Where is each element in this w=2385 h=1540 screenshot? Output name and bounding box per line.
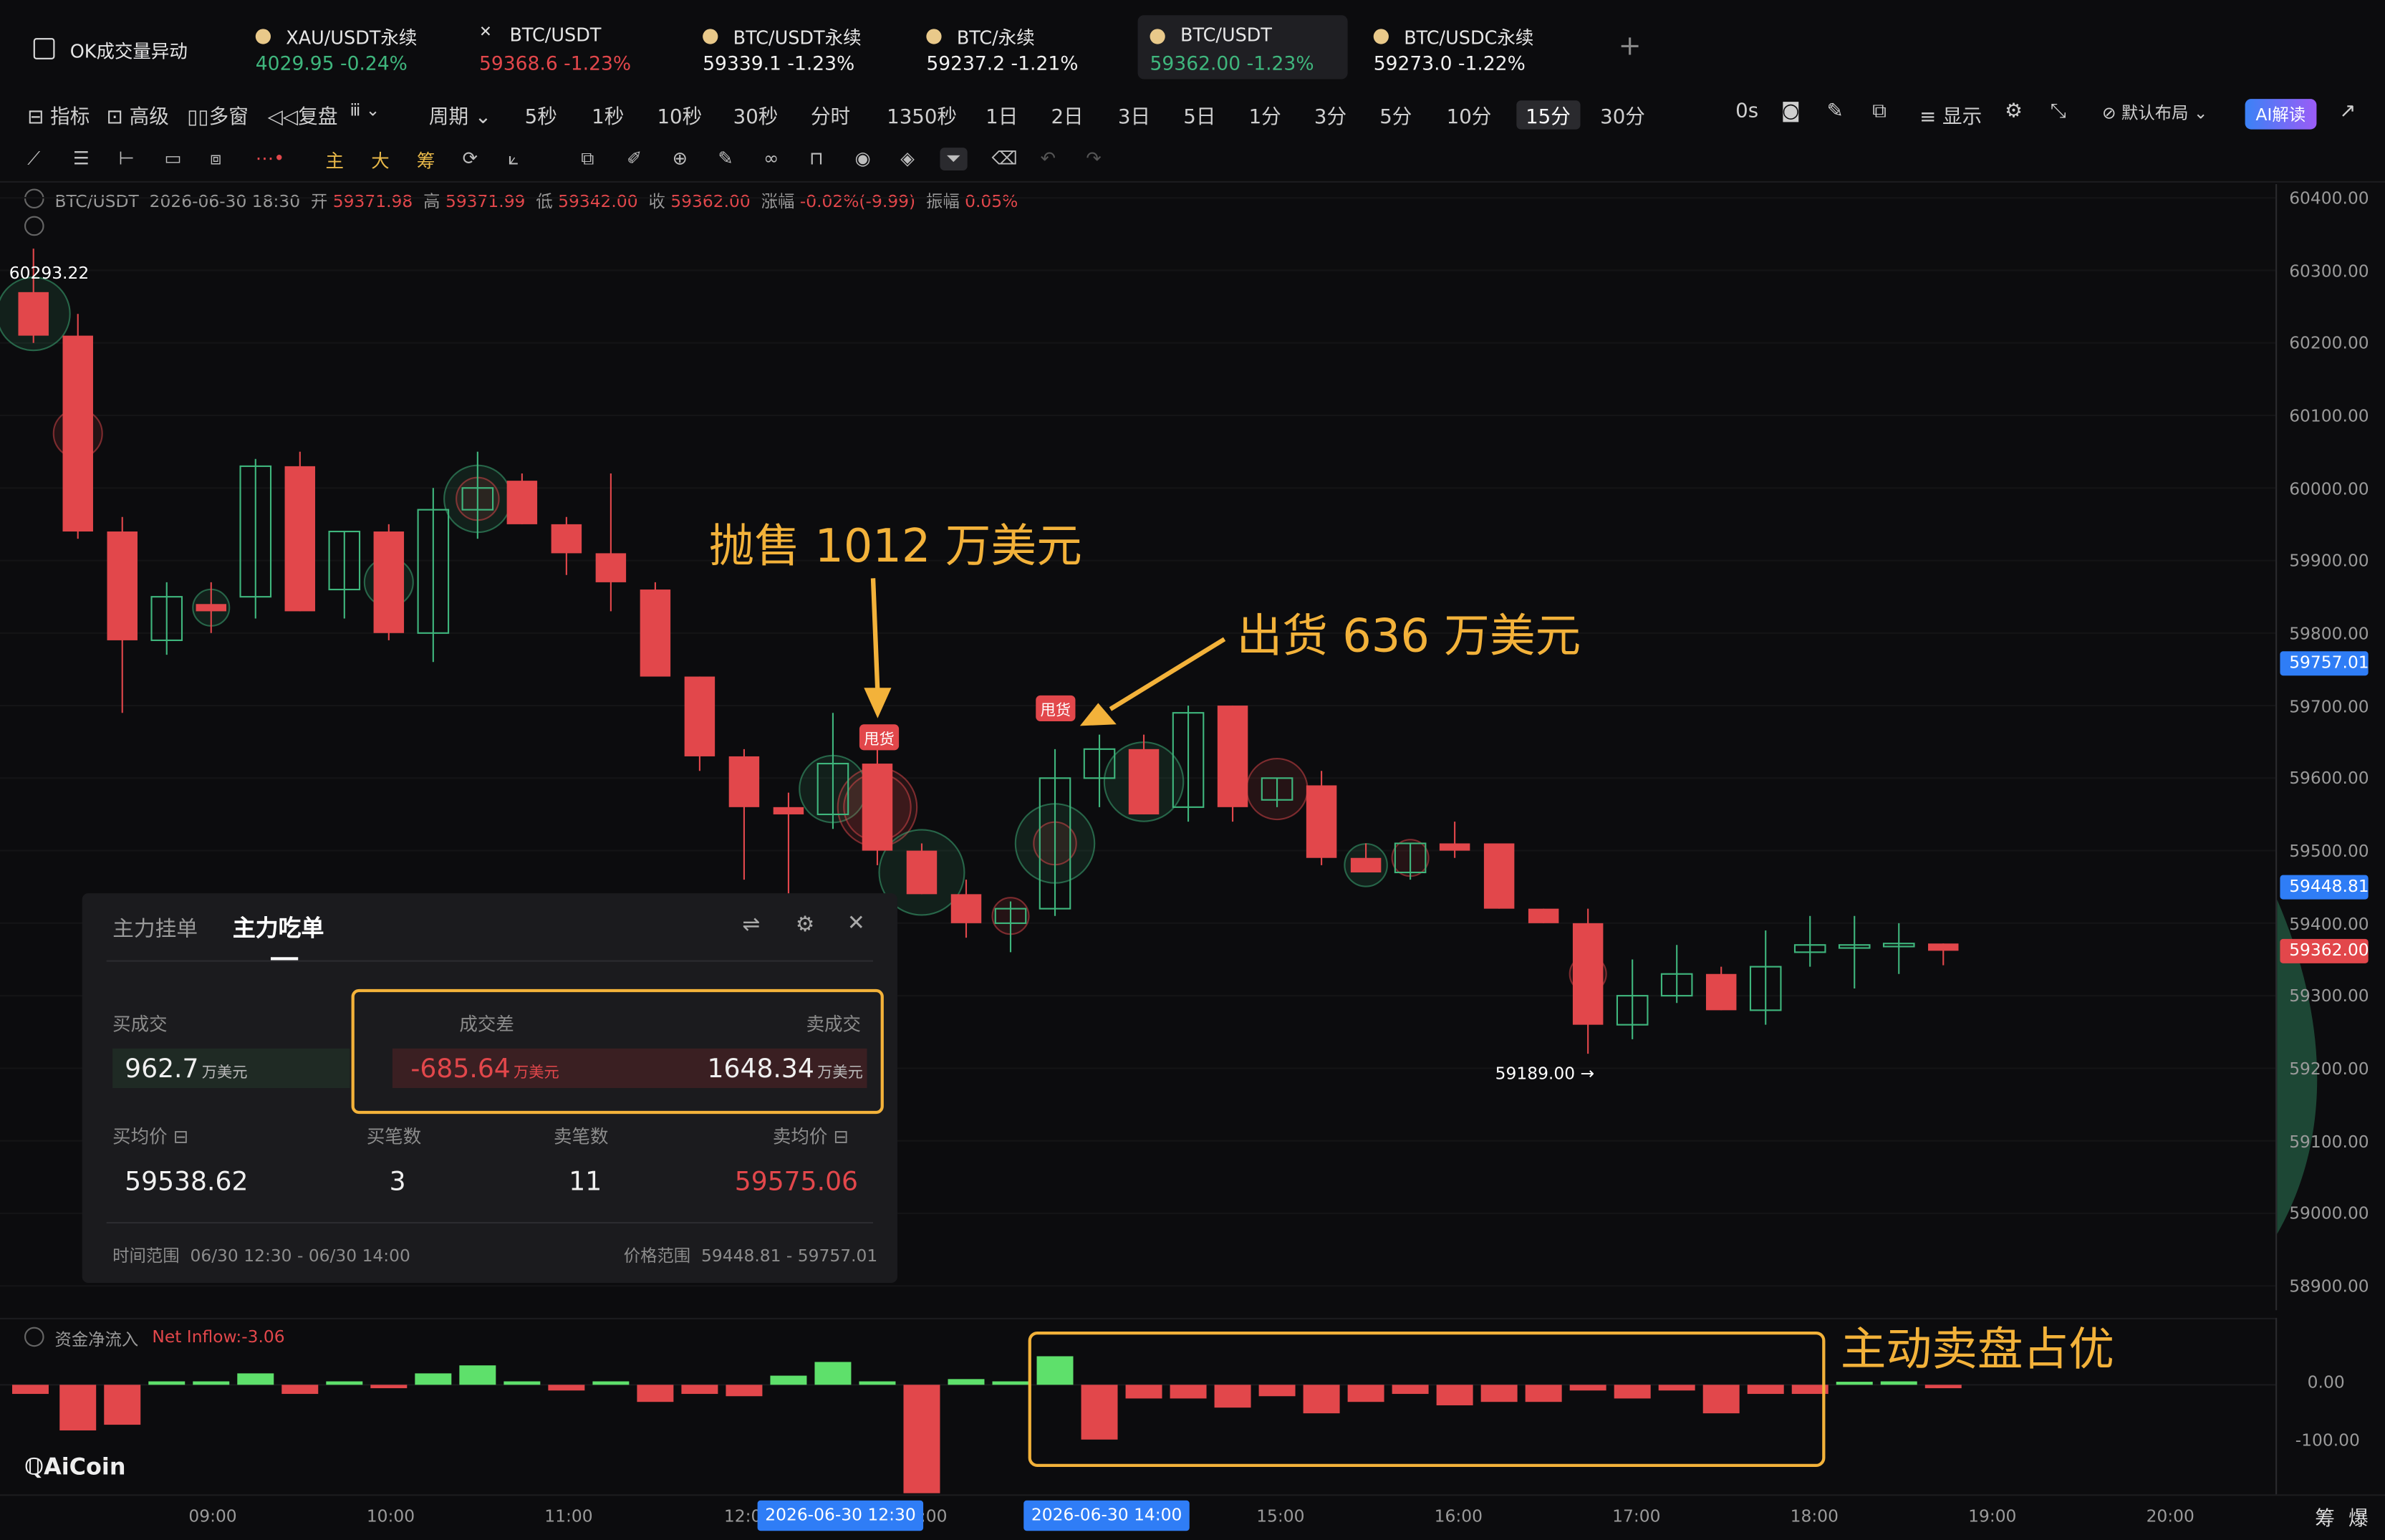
dump-badge: 甩货 (859, 724, 900, 751)
sell-volume-value: 1648.34 万美元 (707, 1054, 863, 1085)
main-force-order-panel: 主力挂单 主力吃单 ⇌ ⚙ ✕ 买成交 962.7 万美元 成交差 卖成交 -68… (82, 893, 897, 1283)
panel-divider (106, 960, 874, 962)
info-icon[interactable]: ⊟ (173, 1126, 188, 1147)
tab-main-force-taker[interactable]: 主力吃单 (233, 912, 324, 944)
sell-avg-label: 卖均价 ⊟ (772, 1126, 849, 1147)
sell-avg-value: 59575.06 (734, 1167, 859, 1198)
info-icon[interactable]: ⊟ (833, 1126, 848, 1147)
annotation-overlay (864, 578, 1826, 1468)
sell-volume-label: 卖成交 (806, 1013, 862, 1035)
diff-value: -685.64 万美元 (410, 1054, 559, 1085)
sell-count-label: 卖笔数 (554, 1126, 609, 1147)
buy-count-label: 买笔数 (366, 1126, 422, 1147)
diff-label: 成交差 (459, 1013, 514, 1035)
tab-main-force-pending[interactable]: 主力挂单 (112, 913, 198, 943)
panel-settings-icon[interactable]: ⚙ (796, 913, 815, 938)
price-range: 价格范围 59448.81 - 59757.01 (623, 1246, 878, 1266)
buy-volume-label: 买成交 (112, 1013, 168, 1035)
time-range: 时间范围 06/30 12:30 - 06/30 14:00 (112, 1246, 410, 1266)
panel-divider-bottom (106, 1221, 874, 1224)
swap-icon[interactable]: ⇌ (742, 913, 760, 938)
close-icon[interactable]: ✕ (847, 912, 865, 936)
sell-count-value: 11 (569, 1167, 602, 1198)
buy-avg-value: 59538.62 (125, 1167, 249, 1198)
dump-badge: 甩货 (1036, 695, 1076, 722)
buy-count-value: 3 (389, 1167, 406, 1198)
buy-avg-label: 买均价 ⊟ (112, 1126, 189, 1147)
buy-volume-value: 962.7 万美元 (125, 1054, 248, 1085)
